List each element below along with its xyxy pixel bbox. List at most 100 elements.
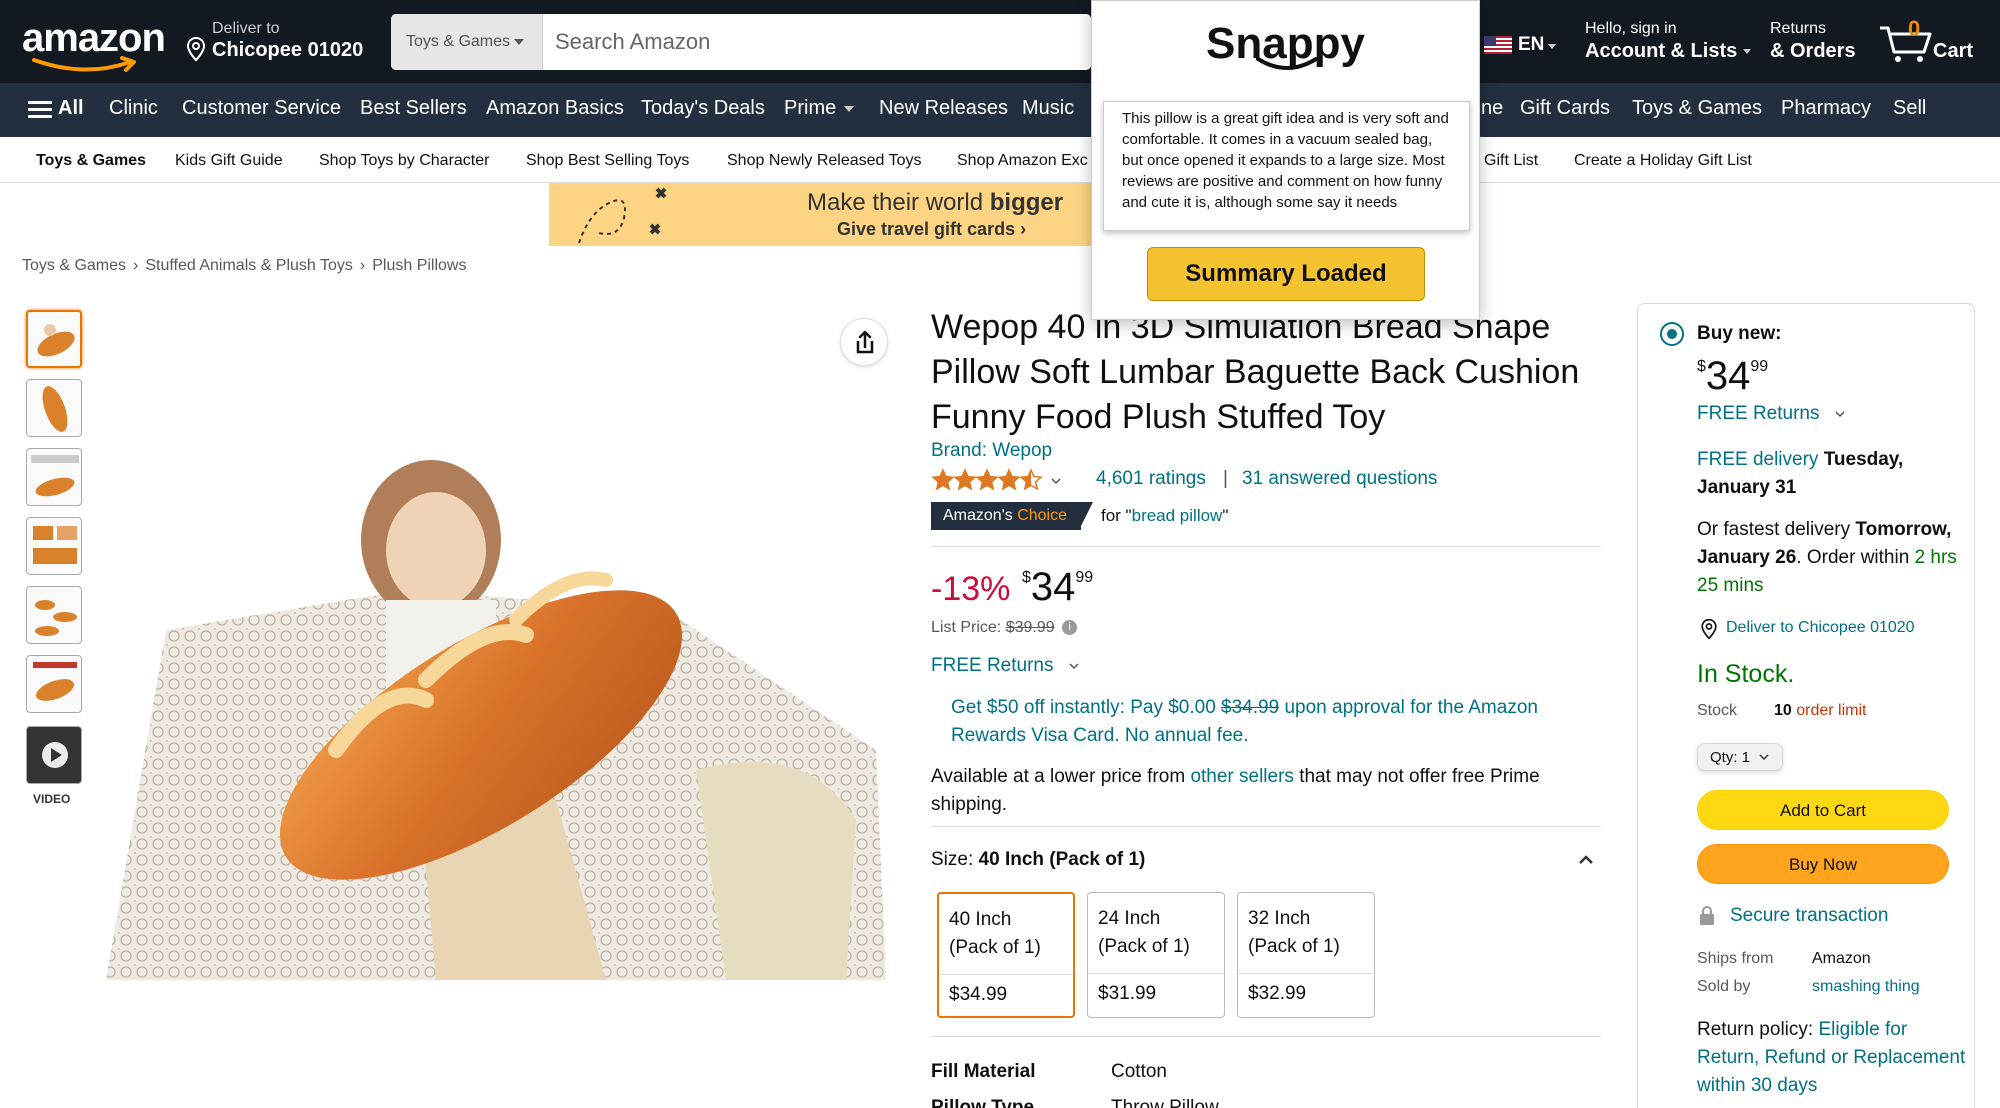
quantity-dropdown[interactable]: Qty: 1 — [1697, 743, 1783, 771]
breadcrumb-item[interactable]: Toys & Games — [22, 257, 126, 274]
nav-customer-service[interactable]: Customer Service — [182, 97, 341, 120]
catnav-best-selling-toys[interactable]: Shop Best Selling Toys — [526, 152, 689, 170]
add-to-cart-button[interactable]: Add to Cart — [1697, 790, 1949, 830]
detail-value: Throw Pillow — [1111, 1097, 1219, 1108]
return-policy: Return policy: Eligible for Return, Refu… — [1697, 1016, 1967, 1100]
amazon-logo[interactable]: amazon — [22, 14, 166, 72]
nav-amazon-basics[interactable]: Amazon Basics — [486, 97, 624, 120]
nav-sell[interactable]: Sell — [1893, 97, 1926, 120]
other-sellers-link[interactable]: other sellers — [1190, 766, 1294, 787]
secure-transaction-link[interactable]: Secure transaction — [1730, 905, 1888, 927]
ships-from-value: Amazon — [1812, 950, 1871, 967]
choice-term-link[interactable]: bread pillow — [1132, 506, 1223, 525]
catnav-toys-games[interactable]: Toys & Games — [36, 152, 146, 170]
answered-questions-link[interactable]: 31 answered questions — [1242, 468, 1437, 490]
discount-percent: -13% — [931, 570, 1011, 608]
breadcrumb-item[interactable]: Plush Pillows — [372, 257, 466, 274]
video-thumbnail[interactable] — [26, 726, 82, 784]
separator: | — [1223, 468, 1228, 489]
nav-new-releases[interactable]: New Releases — [879, 97, 1008, 120]
nav-music[interactable]: Music — [1022, 97, 1074, 120]
chevron-down-icon — [1069, 663, 1079, 670]
video-label: VIDEO — [33, 792, 71, 806]
nav-all[interactable]: All — [58, 97, 84, 120]
nav-pharmacy[interactable]: Pharmacy — [1781, 97, 1871, 120]
returns-and-orders[interactable]: Returns & Orders — [1770, 20, 1870, 63]
product-thumbnail[interactable] — [26, 448, 82, 506]
divider — [931, 1036, 1601, 1037]
choice-badge-label: Amazon's Choice — [931, 502, 1081, 530]
free-returns-label: FREE Returns — [1697, 403, 1820, 424]
nav-best-sellers[interactable]: Best Sellers — [360, 97, 467, 120]
catnav-gift-list[interactable]: Gift List — [1484, 152, 1538, 170]
buybox-free-returns-link[interactable]: FREE Returns — [1697, 403, 1847, 425]
credit-card-promo-link[interactable]: Get $50 off instantly: Pay $0.00 $34.99 … — [951, 694, 1591, 750]
catnav-newly-released-toys[interactable]: Shop Newly Released Toys — [727, 152, 921, 170]
breadcrumb-item[interactable]: Stuffed Animals & Plush Toys — [145, 257, 353, 274]
free-returns-link[interactable]: FREE Returns — [931, 655, 1081, 677]
size-option[interactable]: 40 Inch (Pack of 1) $34.99 — [937, 892, 1075, 1018]
info-icon[interactable]: i — [1062, 620, 1078, 636]
detail-value: Cotton — [1111, 1061, 1167, 1082]
product-thumbnail[interactable] — [26, 586, 82, 644]
size-option[interactable]: 32 Inch (Pack of 1) $32.99 — [1237, 892, 1375, 1018]
divider — [931, 546, 1601, 547]
main-product-image[interactable] — [86, 420, 906, 990]
search-input[interactable] — [543, 14, 1091, 70]
nav-todays-deals[interactable]: Today's Deals — [641, 97, 765, 120]
buy-new-radio[interactable] — [1660, 322, 1684, 346]
secondary-navigation-bar: All Clinic Customer Service Best Sellers… — [0, 83, 2000, 137]
cart-button[interactable]: 0 Cart — [1878, 14, 1988, 70]
buybox-price: $3499 — [1697, 354, 1768, 399]
product-thumbnail[interactable] — [26, 379, 82, 437]
brand-link[interactable]: Brand: Wepop — [931, 440, 1052, 462]
free-delivery-link[interactable]: FREE delivery — [1697, 449, 1818, 470]
travel-gift-card-banner[interactable]: Make their world bigger Give travel gift… — [549, 183, 1094, 246]
sold-by-label: Sold by — [1697, 978, 1751, 995]
product-thumbnail[interactable] — [26, 310, 82, 368]
divider — [1088, 973, 1224, 974]
catnav-toys-by-character[interactable]: Shop Toys by Character — [319, 152, 489, 170]
stock-count: 10 — [1774, 702, 1792, 719]
chevron-down-icon — [1743, 49, 1752, 55]
chevron-up-icon[interactable] — [1577, 853, 1595, 867]
hamburger-menu-icon[interactable] — [28, 101, 52, 119]
size-option-pack: (Pack of 1) — [1248, 936, 1340, 957]
catnav-amazon-exclusives[interactable]: Shop Amazon Exc — [957, 152, 1088, 170]
catnav-kids-gift-guide[interactable]: Kids Gift Guide — [175, 152, 283, 170]
nav-gift-cards[interactable]: Gift Cards — [1520, 97, 1610, 120]
banner-headline-bold: bigger — [989, 189, 1064, 216]
deliver-to-link[interactable]: Deliver to Chicopee 01020 — [1726, 619, 1915, 637]
fastest-delivery: Or fastest delivery Tomorrow, January 26… — [1697, 516, 1962, 600]
size-option-price: $31.99 — [1098, 983, 1157, 1004]
sold-by-link[interactable]: smashing thing — [1812, 978, 1920, 996]
breadcrumb: Toys & Games › Stuffed Animals & Plush Toy… — [22, 257, 466, 275]
catnav-holiday-gift-list[interactable]: Create a Holiday Gift List — [1574, 152, 1752, 170]
summary-loaded-button[interactable]: Summary Loaded — [1147, 247, 1425, 301]
product-thumbnail[interactable] — [26, 517, 82, 575]
search-category-dropdown[interactable]: Toys & Games — [391, 14, 543, 70]
free-returns-label: FREE Returns — [931, 655, 1054, 676]
nav-prime[interactable]: Prime — [784, 97, 855, 120]
buy-now-button[interactable]: Buy Now — [1697, 844, 1949, 884]
nav-clinic[interactable]: Clinic — [109, 97, 158, 120]
thumbnail-image — [33, 662, 77, 701]
product-thumbnail[interactable] — [26, 655, 82, 713]
ratings-count-link[interactable]: 4,601 ratings — [1096, 468, 1206, 490]
search-category-label: Toys & Games — [406, 33, 511, 50]
stock-status: In Stock. — [1697, 660, 1795, 688]
lock-icon — [1700, 906, 1714, 925]
snappy-summary-box[interactable]: This pillow is a great gift idea and is … — [1103, 101, 1470, 231]
list-price-value: $39.99 — [1005, 619, 1055, 636]
size-option[interactable]: 24 Inch (Pack of 1) $31.99 — [1087, 892, 1225, 1018]
banner-cta[interactable]: Give travel gift cards › — [837, 219, 1026, 240]
nav-toys-games[interactable]: Toys & Games — [1632, 97, 1762, 120]
star-rating-icon[interactable] — [931, 468, 1066, 492]
share-button[interactable] — [840, 318, 888, 366]
account-and-lists[interactable]: Hello, sign in Account & Lists — [1585, 20, 1752, 63]
chevron-down-icon — [1548, 44, 1556, 49]
deliver-to-location[interactable]: Deliver to Chicopee 01020 — [186, 20, 386, 66]
nav-partial-item[interactable]: ne — [1481, 97, 1503, 120]
detail-label: Pillow Type — [931, 1097, 1035, 1108]
promo-strike-price: $34.99 — [1221, 697, 1280, 718]
